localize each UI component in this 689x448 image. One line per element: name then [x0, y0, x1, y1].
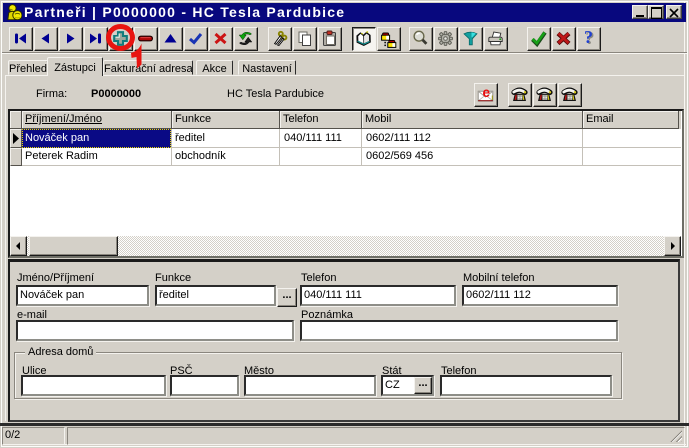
svg-text:?: ?	[584, 29, 593, 47]
svg-text:e: e	[483, 85, 491, 100]
